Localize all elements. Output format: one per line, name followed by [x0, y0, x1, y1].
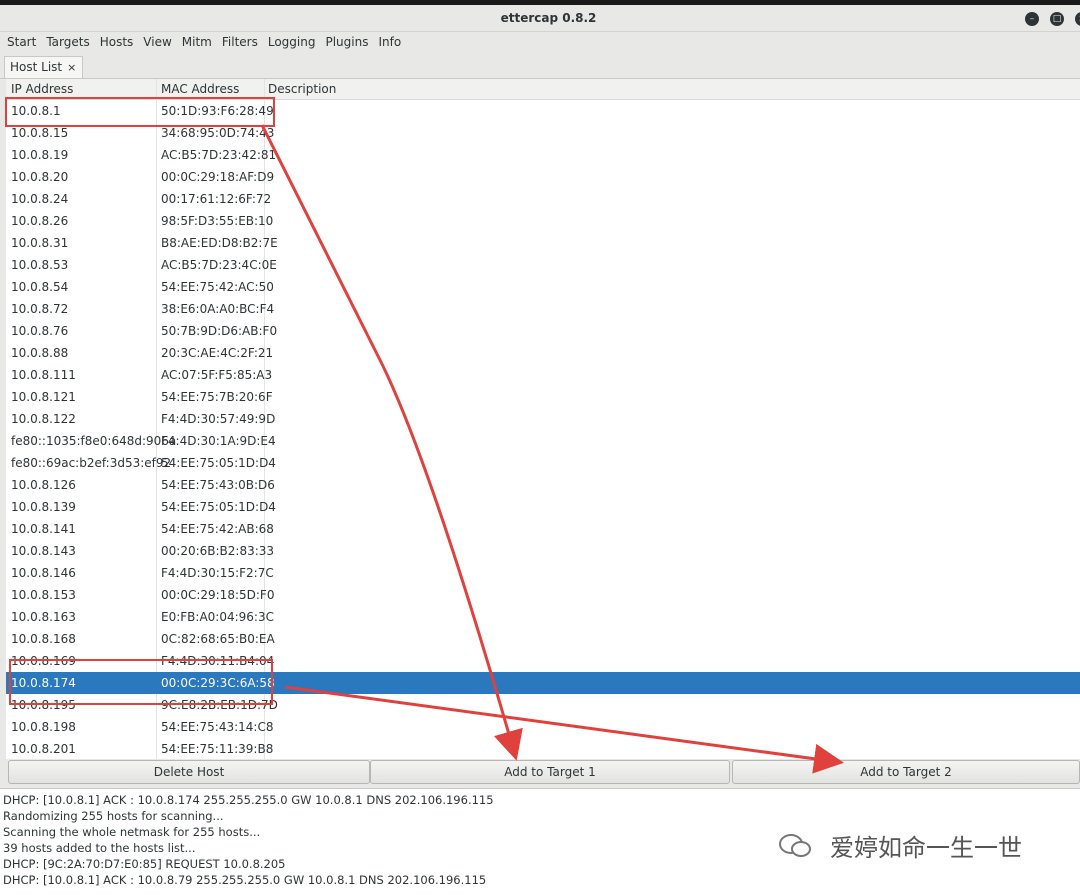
arrow-to-target2: [284, 685, 844, 774]
watermark-text: 爱婷如命一生一世: [830, 834, 1022, 862]
chat-bubble-icon: [779, 834, 811, 857]
annotation-arrows: [260, 124, 844, 774]
arrow-to-target1: [260, 124, 523, 761]
